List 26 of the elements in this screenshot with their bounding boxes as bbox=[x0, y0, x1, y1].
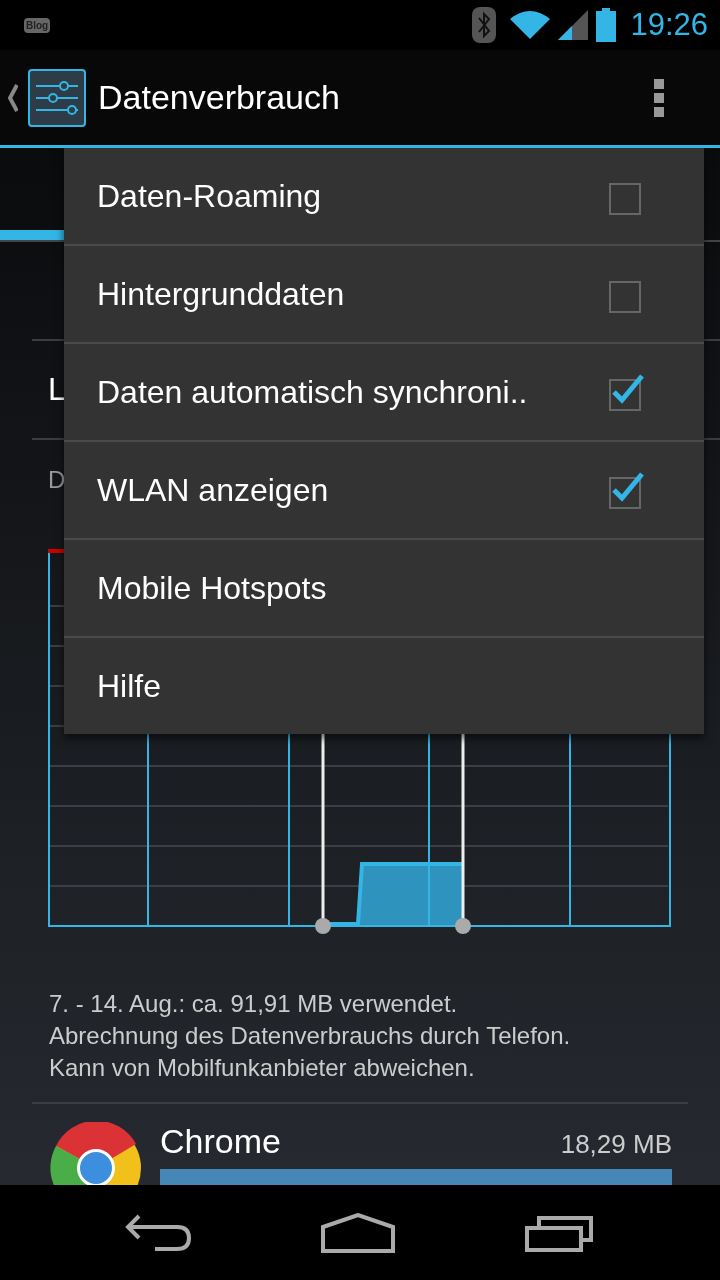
overflow-menu-icon[interactable] bbox=[654, 78, 664, 117]
checkbox[interactable] bbox=[606, 372, 646, 412]
signal-icon bbox=[558, 10, 589, 40]
menu-item[interactable]: Hilfe bbox=[64, 638, 704, 734]
cycle-label[interactable]: D bbox=[48, 466, 66, 494]
status-time: 19:26 bbox=[630, 7, 708, 43]
menu-item[interactable]: Mobile Hotspots bbox=[64, 540, 704, 638]
back-icon[interactable] bbox=[125, 1213, 191, 1252]
setting-label[interactable]: L bbox=[48, 371, 66, 408]
bluetooth-icon bbox=[472, 7, 497, 43]
notification-icon: Blog bbox=[24, 17, 51, 33]
app-name: Chrome bbox=[160, 1122, 281, 1161]
wifi-icon bbox=[510, 11, 551, 39]
menu-item[interactable]: Daten automatisch synchroni.. bbox=[64, 344, 704, 442]
menu-item[interactable]: Hintergrunddaten bbox=[64, 246, 704, 344]
menu-item[interactable]: Daten-Roaming bbox=[64, 148, 704, 246]
checkbox[interactable] bbox=[606, 470, 646, 510]
recent-apps-icon[interactable] bbox=[525, 1213, 595, 1252]
usage-summary: 7. - 14. Aug.: ca. 91,91 MB verwendet. Abrechnung des Datenverbrauchs durch Telefon. Kann von Mobilfunkanbieter abweichen. bbox=[49, 989, 572, 1083]
screen-title: Datenverbrauch bbox=[98, 78, 341, 117]
menu-item[interactable]: WLAN anzeigen bbox=[64, 442, 704, 540]
sliders-icon bbox=[28, 68, 86, 127]
home-icon[interactable] bbox=[321, 1212, 395, 1253]
app-usage: 18,29 MB bbox=[560, 1129, 672, 1160]
back-caret-icon[interactable] bbox=[8, 83, 18, 112]
battery-icon bbox=[596, 8, 617, 42]
